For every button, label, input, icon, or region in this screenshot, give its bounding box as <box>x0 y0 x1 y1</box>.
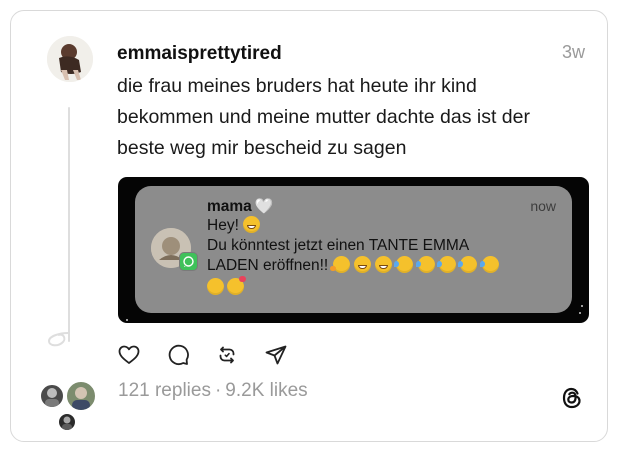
threads-logo-icon[interactable] <box>559 385 585 411</box>
heart-icon <box>118 345 140 364</box>
post-text: die frau meines bruders hat heute ihr ki… <box>117 75 530 159</box>
grinning-emoji <box>375 256 393 273</box>
action-bar <box>117 343 288 367</box>
author-avatar[interactable] <box>47 36 93 82</box>
notification-time: now <box>530 198 556 214</box>
tears-of-joy-emoji <box>415 256 435 273</box>
like-button[interactable] <box>117 343 141 367</box>
hugging-emoji <box>329 256 350 273</box>
stats-separator: · <box>214 380 222 401</box>
post-timestamp: 3w <box>561 42 585 62</box>
replies-count[interactable]: 121 replies <box>118 380 211 401</box>
grinning-emoji <box>243 216 261 233</box>
message-line-3: LADEN eröffnen!! <box>207 257 329 274</box>
replier-avatar <box>57 412 77 432</box>
thread-loop <box>47 332 69 347</box>
grinning-emoji <box>353 256 371 273</box>
rofl-emoji <box>479 256 499 273</box>
reply-button[interactable] <box>166 343 190 367</box>
notification-message: Hey! Du könntest jetzt einen TANTE EMMA … <box>207 216 567 295</box>
repost-button[interactable] <box>215 343 239 367</box>
kissing-heart-emoji <box>227 276 246 295</box>
replier-avatar <box>65 380 97 412</box>
replier-avatars[interactable] <box>39 380 101 432</box>
winking-emoji <box>207 278 224 295</box>
share-button[interactable] <box>264 343 288 367</box>
comment-icon <box>168 344 189 366</box>
author-username[interactable]: emmaisprettytired <box>117 43 282 65</box>
replier-avatar <box>39 383 65 409</box>
notification-banner: mama 🤍 now Hey! Du könntest jetzt einen T… <box>135 186 572 313</box>
send-icon <box>265 345 287 365</box>
message-line-1: Hey! <box>207 217 239 234</box>
notification-sender: mama 🤍 <box>207 198 274 215</box>
repost-icon <box>219 346 235 364</box>
tears-of-joy-emoji <box>458 256 478 273</box>
engagement-stats: 121 replies · 9.2K likes <box>118 380 308 402</box>
whatsapp-icon <box>179 252 198 271</box>
tears-of-joy-emoji <box>394 256 414 273</box>
post-card[interactable]: emmaisprettytired 3w die frau meines bru… <box>10 10 608 442</box>
likes-count[interactable]: 9.2K likes <box>225 380 307 401</box>
message-line-2: Du könntest jetzt einen TANTE EMMA <box>207 237 470 254</box>
white-heart-emoji: 🤍 <box>254 198 274 215</box>
tears-of-joy-emoji <box>437 256 457 273</box>
post-image[interactable]: mama 🤍 now Hey! Du könntest jetzt einen T… <box>118 177 589 323</box>
thread-line <box>68 107 70 342</box>
